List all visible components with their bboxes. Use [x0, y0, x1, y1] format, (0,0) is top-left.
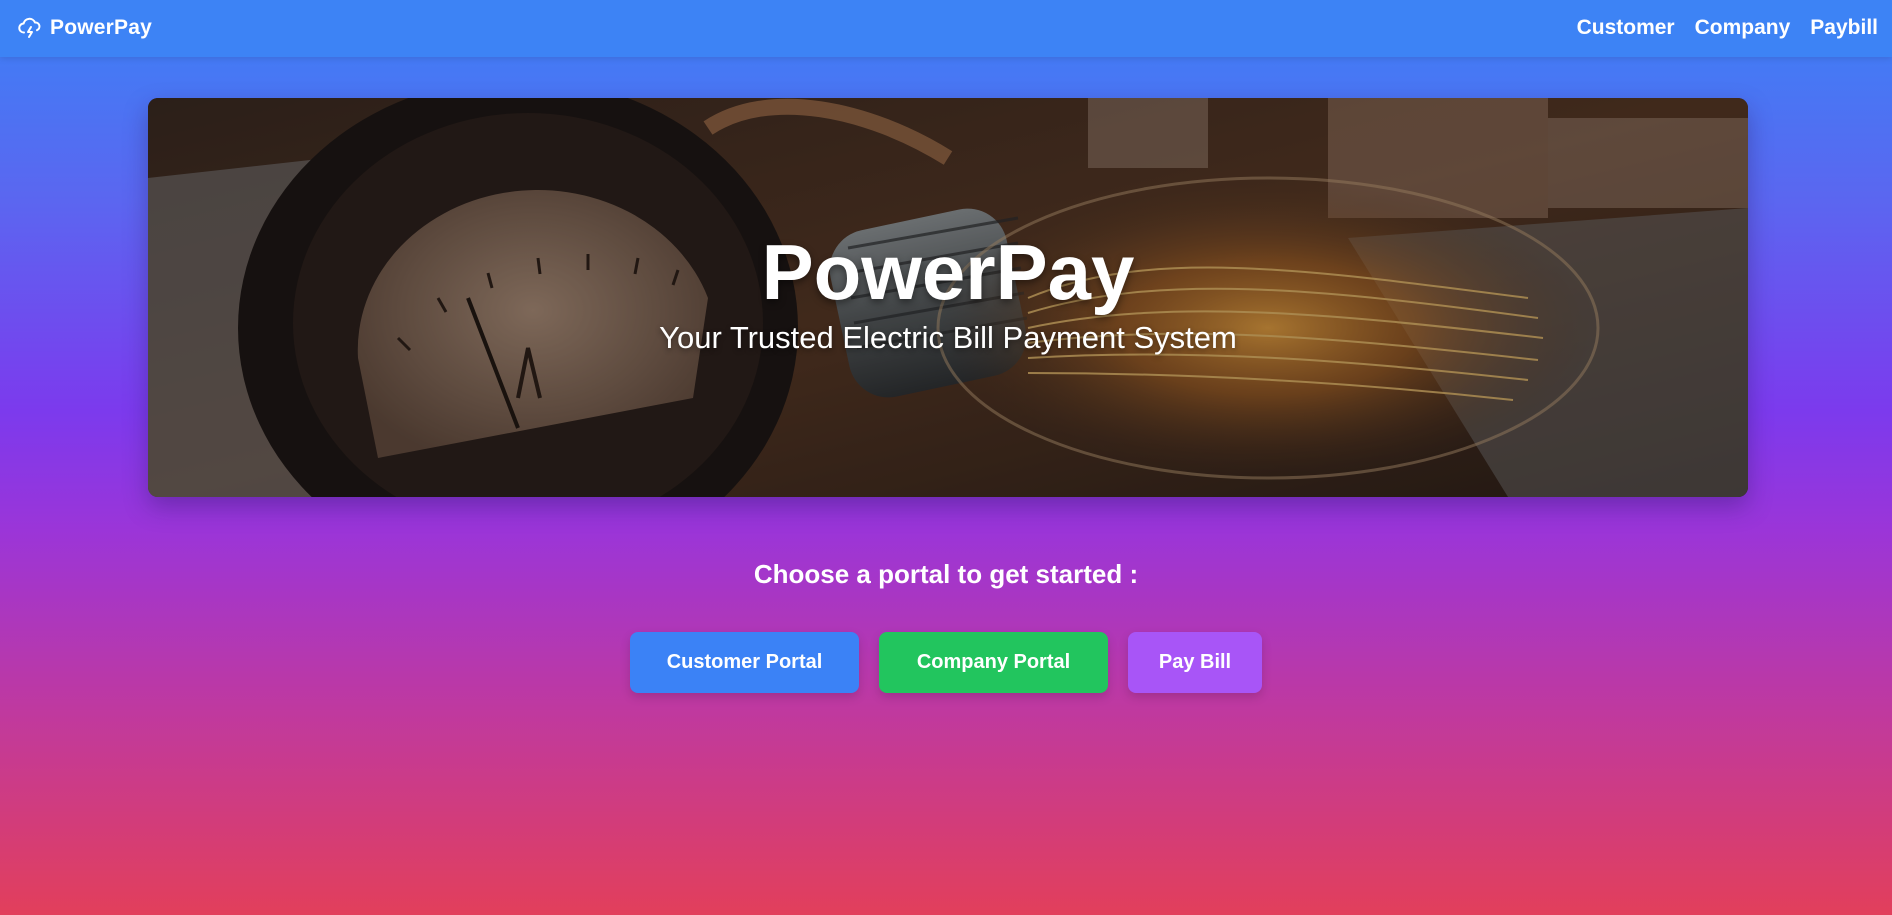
nav-links: Customer Company Paybill [1577, 14, 1878, 42]
hero-title: PowerPay [761, 228, 1135, 316]
nav-link-paybill[interactable]: Paybill [1810, 14, 1878, 42]
hero-banner: PowerPay Your Trusted Electric Bill Paym… [148, 98, 1748, 497]
nav-link-customer[interactable]: Customer [1577, 14, 1675, 42]
portal-button-group: Customer Portal Company Portal Pay Bill [0, 632, 1892, 693]
portal-prompt: Choose a portal to get started : [753, 559, 1139, 589]
hero-subtitle: Your Trusted Electric Bill Payment Syste… [659, 320, 1237, 355]
customer-portal-button[interactable]: Customer Portal [630, 632, 859, 693]
company-portal-button[interactable]: Company Portal [879, 632, 1108, 693]
brand-logo[interactable]: PowerPay [18, 15, 152, 41]
nav-link-company[interactable]: Company [1695, 14, 1791, 42]
cloud-lightning-icon [18, 17, 41, 38]
pay-bill-button[interactable]: Pay Bill [1128, 632, 1262, 693]
brand-name: PowerPay [50, 16, 152, 39]
top-navbar: PowerPay Customer Company Paybill [0, 0, 1892, 57]
